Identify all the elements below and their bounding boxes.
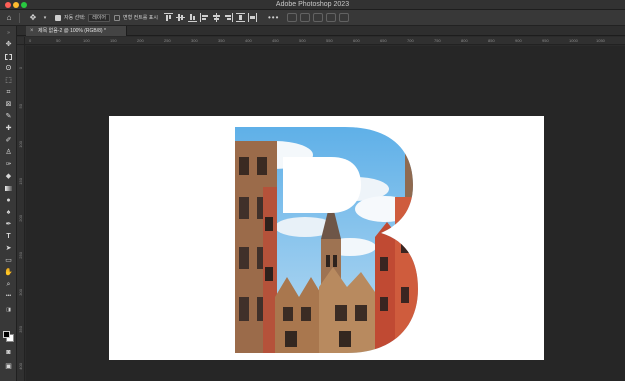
title-bar: Adobe Photoshop 2023: [0, 0, 625, 10]
hand-tool-icon[interactable]: ✋: [4, 268, 13, 277]
ruler-tick-label: 0: [29, 38, 32, 43]
3d-mode-buttons: [287, 13, 352, 22]
pen-tool-icon[interactable]: ✒: [4, 220, 13, 229]
ruler-tick-label: 100: [83, 38, 90, 43]
align-vcenter-icon[interactable]: [175, 13, 185, 22]
ruler-tick-label: 850: [488, 38, 495, 43]
close-tab-icon[interactable]: ×: [30, 26, 34, 36]
ruler-tick-label: 900: [515, 38, 522, 43]
ruler-tick-label: 450: [272, 38, 279, 43]
default-colors-icon[interactable]: ◨: [4, 306, 13, 315]
3d-pan-icon[interactable]: [313, 13, 324, 22]
move-tool-icon[interactable]: ✥: [4, 40, 13, 49]
clone-stamp-tool-icon[interactable]: ♙: [4, 148, 13, 157]
letter-b-photo-artwork: [235, 127, 418, 353]
ruler-tick-label: 400: [245, 38, 252, 43]
history-brush-tool-icon[interactable]: ✑: [4, 160, 13, 169]
document-canvas[interactable]: [109, 116, 544, 360]
document-tab-title: 제목 없음-2 @ 100% (RGB/8) *: [38, 28, 106, 34]
ruler-tick-label: 200: [18, 215, 23, 222]
ruler-corner: [17, 37, 25, 45]
tool-preset-chevron-icon[interactable]: ▾: [39, 12, 51, 24]
separator: [19, 12, 20, 23]
ruler-tick-label: 100: [18, 141, 23, 148]
ruler-tick-label: 500: [299, 38, 306, 43]
ruler-tick-label: 350: [218, 38, 225, 43]
frame-tool-icon[interactable]: ⊠: [4, 100, 13, 109]
3d-roll-icon[interactable]: [300, 13, 311, 22]
show-transform-checkbox[interactable]: [114, 14, 120, 21]
tools-panel: » ✥ ʘ ⬚ ⌗ ⊠ ✎ ✚ ✐ ♙ ✑ ◆ ● ♠ ✒ T ➤ ▭ ✋ ⌕ …: [0, 26, 17, 381]
vertical-ruler: 0 50 100 150 200 250 300 350 400: [17, 45, 25, 381]
zoom-tool-icon[interactable]: ⌕: [4, 280, 13, 289]
auto-select-label: 자동 선택:: [64, 15, 86, 21]
crop-tool-icon[interactable]: ⌗: [4, 88, 13, 97]
align-hcenter-icon[interactable]: [212, 13, 221, 22]
home-icon[interactable]: ⌂: [3, 12, 15, 24]
path-selection-tool-icon[interactable]: ➤: [4, 244, 13, 253]
align-buttons: [163, 13, 260, 22]
more-options-icon[interactable]: •••: [268, 13, 279, 22]
ruler-tick-label: 300: [18, 289, 23, 296]
eyedropper-tool-icon[interactable]: ✎: [4, 112, 13, 121]
ruler-tick-label: 50: [56, 38, 61, 43]
auto-select-dropdown[interactable]: 레이어: [88, 13, 110, 22]
rectangle-tool-icon[interactable]: ▭: [4, 256, 13, 265]
distribute-icon[interactable]: [235, 13, 245, 22]
move-tool-icon[interactable]: ✥: [27, 12, 39, 24]
ruler-tick-label: 350: [18, 326, 23, 333]
quick-mask-icon[interactable]: ◙: [4, 348, 13, 357]
document-tab-bar: × 제목 없음-2 @ 100% (RGB/8) *: [17, 26, 625, 36]
app-title: Adobe Photoshop 2023: [275, 1, 350, 8]
ruler-tick-label: 750: [434, 38, 441, 43]
show-transform-label: 변형 컨트롤 표시: [123, 15, 158, 21]
brush-tool-icon[interactable]: ✐: [4, 136, 13, 145]
ruler-tick-label: 650: [380, 38, 387, 43]
document-tab[interactable]: × 제목 없음-2 @ 100% (RGB/8) *: [26, 26, 127, 36]
dodge-tool-icon[interactable]: ♠: [4, 208, 13, 217]
ruler-tick-label: 150: [110, 38, 117, 43]
ruler-tick-label: 400: [18, 363, 23, 370]
marquee-tool-icon[interactable]: [4, 52, 13, 61]
ruler-tick-label: 1000: [569, 38, 578, 43]
type-tool-icon[interactable]: T: [4, 232, 13, 241]
ruler-tick-label: 0: [18, 67, 23, 70]
3d-slide-icon[interactable]: [326, 13, 337, 22]
gradient-tool-icon[interactable]: [4, 184, 13, 193]
canvas-workspace[interactable]: [26, 46, 625, 381]
ruler-tick-label: 700: [407, 38, 414, 43]
align-top-icon[interactable]: [163, 13, 173, 22]
ruler-tick-label: 50: [18, 104, 23, 109]
ruler-tick-label: 1050: [596, 38, 605, 43]
auto-select-checkbox[interactable]: [55, 14, 61, 21]
ruler-tick-label: 550: [326, 38, 333, 43]
eraser-tool-icon[interactable]: ◆: [4, 172, 13, 181]
3d-scale-icon[interactable]: [339, 13, 350, 22]
ruler-tick-label: 600: [353, 38, 360, 43]
distribute-vertical-icon[interactable]: [247, 13, 257, 22]
ruler-tick-label: 950: [542, 38, 549, 43]
screen-mode-icon[interactable]: ▣: [4, 362, 13, 371]
options-bar: ⌂ ✥ ▾ 자동 선택: 레이어 변형 컨트롤 표시 •••: [0, 10, 625, 26]
align-right-icon[interactable]: [224, 13, 233, 22]
ruler-tick-label: 250: [164, 38, 171, 43]
ruler-tick-label: 800: [461, 38, 468, 43]
ruler-tick-label: 300: [191, 38, 198, 43]
ruler-tick-label: 200: [137, 38, 144, 43]
horizontal-ruler: 0 50 100 150 200 250 300 350 400 450 500 550 600 650 7…: [25, 37, 625, 45]
ruler-tick-label: 150: [18, 178, 23, 185]
healing-brush-tool-icon[interactable]: ✚: [4, 124, 13, 133]
ruler-tick-label: 250: [18, 252, 23, 259]
align-left-icon[interactable]: [199, 13, 209, 22]
object-selection-tool-icon[interactable]: ⬚: [4, 76, 13, 85]
lasso-tool-icon[interactable]: ʘ: [4, 64, 13, 73]
blur-tool-icon[interactable]: ●: [4, 196, 13, 205]
align-bottom-icon[interactable]: [187, 13, 197, 22]
collapse-panel-icon[interactable]: »: [4, 29, 13, 38]
foreground-color-swatch[interactable]: [3, 331, 10, 338]
edit-toolbar-icon[interactable]: •••: [4, 292, 13, 301]
3d-orbit-icon[interactable]: [287, 13, 298, 22]
